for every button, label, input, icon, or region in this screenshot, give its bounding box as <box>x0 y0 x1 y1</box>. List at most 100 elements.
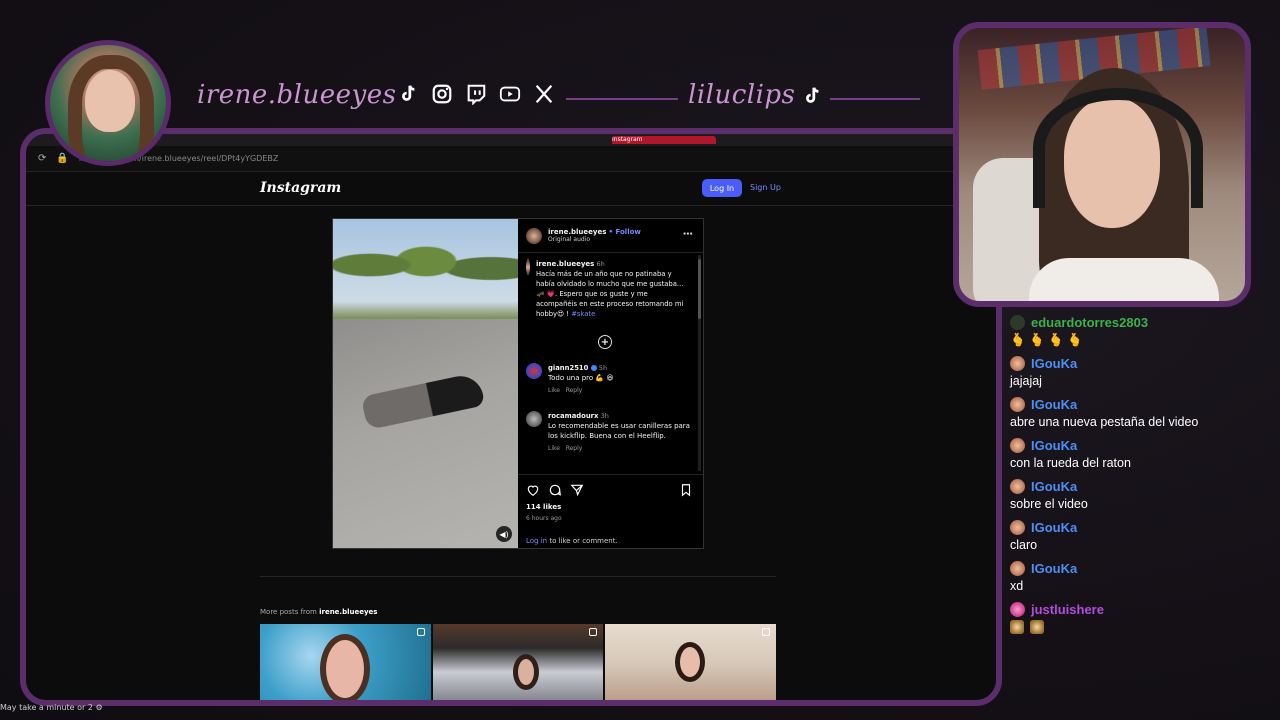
instagram-icon <box>430 82 454 106</box>
comment: rocamadourx 3h Lo recomendable es usar c… <box>526 411 691 454</box>
chat-username[interactable]: eduardotorres2803 <box>1031 315 1148 330</box>
browser-tab-active[interactable]: Instagram <box>612 136 716 144</box>
hashtag-link[interactable]: #skate <box>571 310 595 318</box>
like-comment-link[interactable]: Like <box>548 387 560 394</box>
comment-time: 3h <box>600 412 609 420</box>
avatar[interactable] <box>526 227 542 244</box>
signup-link[interactable]: Sign Up <box>750 183 781 192</box>
comments-scrollbar[interactable] <box>698 255 701 471</box>
chat-username[interactable]: IGouKa <box>1031 356 1077 371</box>
streamer-avatar <box>45 40 171 166</box>
emote-icon <box>1010 620 1024 634</box>
carousel-icon <box>589 628 598 636</box>
comment-username[interactable]: rocamadourx <box>548 412 598 420</box>
browser-tab[interactable] <box>308 136 378 144</box>
user-badge <box>1010 601 1025 617</box>
avatar[interactable] <box>526 259 530 275</box>
lock-icon[interactable]: 🔒 <box>56 153 68 164</box>
more-options-icon[interactable]: ⋯ <box>683 229 693 240</box>
instagram-header: Instagram Log In Sign Up <box>26 172 996 206</box>
avatar[interactable] <box>526 363 542 379</box>
chat-message: IGouKa xd <box>1010 560 1270 595</box>
more-posts-heading: More posts from irene.blueeyes <box>260 608 377 616</box>
post-username[interactable]: irene.blueeyes <box>548 228 606 236</box>
comment-username[interactable]: giann2510 <box>548 364 588 372</box>
chat-panel: eduardotorres2803 🫰 🫰 🫰 🫰 IGouKa jajajaj… <box>1010 314 1270 642</box>
verified-icon <box>590 365 597 371</box>
chat-username[interactable]: IGouKa <box>1031 520 1077 535</box>
bookmark-icon[interactable] <box>679 483 693 497</box>
chat-username[interactable]: IGouKa <box>1031 479 1077 494</box>
likes-count[interactable]: 114 likes <box>526 503 561 511</box>
login-button[interactable]: Log In <box>702 179 742 197</box>
browser-tab[interactable] <box>156 136 226 144</box>
youtube-icon <box>498 82 522 106</box>
chat-message: IGouKa con la rueda del raton <box>1010 437 1270 472</box>
heart-icon[interactable] <box>526 483 540 497</box>
user-badge <box>1010 437 1025 453</box>
post-time: 6 hours ago <box>526 515 562 522</box>
divider-line <box>830 98 920 100</box>
chat-username[interactable]: IGouKa <box>1031 397 1077 412</box>
browser-tab[interactable] <box>460 136 530 144</box>
chat-message: IGouKa sobre el video <box>1010 478 1270 513</box>
browser-tab[interactable] <box>232 136 302 144</box>
load-more-comments-icon[interactable]: + <box>598 335 612 349</box>
chat-message: justluishere <box>1010 601 1270 636</box>
status-text: May take a minute or 2 ⚙ <box>0 703 103 712</box>
chat-username[interactable]: IGouKa <box>1031 438 1077 453</box>
post-thumbnail[interactable] <box>432 624 604 700</box>
browser-tab[interactable] <box>384 136 454 144</box>
user-badge <box>1010 355 1025 371</box>
divider-line <box>566 98 678 100</box>
x-icon <box>532 82 556 106</box>
browser-tab[interactable] <box>536 136 606 144</box>
audio-label[interactable]: Original audio <box>548 236 641 243</box>
like-comment-link[interactable]: Like <box>548 445 560 452</box>
reply-link[interactable]: Reply <box>566 387 583 394</box>
follow-button[interactable]: • Follow <box>609 228 641 236</box>
comment-time: 5h <box>598 364 608 372</box>
user-badge <box>1010 560 1025 576</box>
more-posts-user[interactable]: irene.blueeyes <box>319 608 377 616</box>
twitch-icon <box>464 82 488 106</box>
chat-text: sobre el video <box>1010 497 1088 511</box>
more-posts-grid <box>260 624 777 700</box>
chat-text: 🫰 🫰 🫰 🫰 <box>1010 333 1083 347</box>
chat-message: IGouKa claro <box>1010 519 1270 554</box>
login-to-comment: Log in to like or comment. <box>526 537 618 545</box>
chat-text: jajajaj <box>1010 374 1042 388</box>
post-sidebar: irene.blueeyes • Follow Original audio ⋯… <box>518 219 703 548</box>
comment-icon[interactable] <box>548 483 562 497</box>
webcam-feed <box>953 22 1251 307</box>
user-badge <box>1010 478 1025 494</box>
caption-time: 6h <box>596 260 605 268</box>
section-divider <box>260 576 776 577</box>
social-icons <box>396 82 556 106</box>
chat-text: claro <box>1010 538 1038 552</box>
reel-icon <box>762 628 771 636</box>
emote-icon <box>1030 620 1044 634</box>
chat-text: con la rueda del raton <box>1010 456 1131 470</box>
user-badge <box>1010 314 1025 330</box>
carousel-icon <box>416 628 425 636</box>
instagram-logo[interactable]: Instagram <box>260 180 341 196</box>
reply-link[interactable]: Reply <box>566 445 583 452</box>
reload-icon[interactable]: ⟳ <box>38 153 46 164</box>
speaker-icon[interactable]: ◀) <box>496 526 512 542</box>
reel-post: ◀) irene.blueeyes • Follow Original audi… <box>332 218 704 549</box>
chat-text: xd <box>1010 579 1024 593</box>
chat-username[interactable]: IGouKa <box>1031 561 1077 576</box>
caption-username[interactable]: irene.blueeyes <box>536 260 594 268</box>
share-icon[interactable] <box>570 483 584 497</box>
clips-handle: liluclips <box>688 80 796 110</box>
chat-emotes <box>1010 620 1270 636</box>
chat-username[interactable]: justluishere <box>1031 602 1104 617</box>
post-thumbnail[interactable] <box>605 624 777 700</box>
post-caption: irene.blueeyes 6h Hacía más de un año qu… <box>526 259 686 319</box>
chat-message: IGouKa abre una nueva pestaña del video <box>1010 396 1270 431</box>
login-link[interactable]: Log in <box>526 537 547 545</box>
reel-video[interactable]: ◀) <box>333 219 518 548</box>
avatar[interactable] <box>526 411 542 427</box>
post-thumbnail[interactable] <box>260 624 431 700</box>
